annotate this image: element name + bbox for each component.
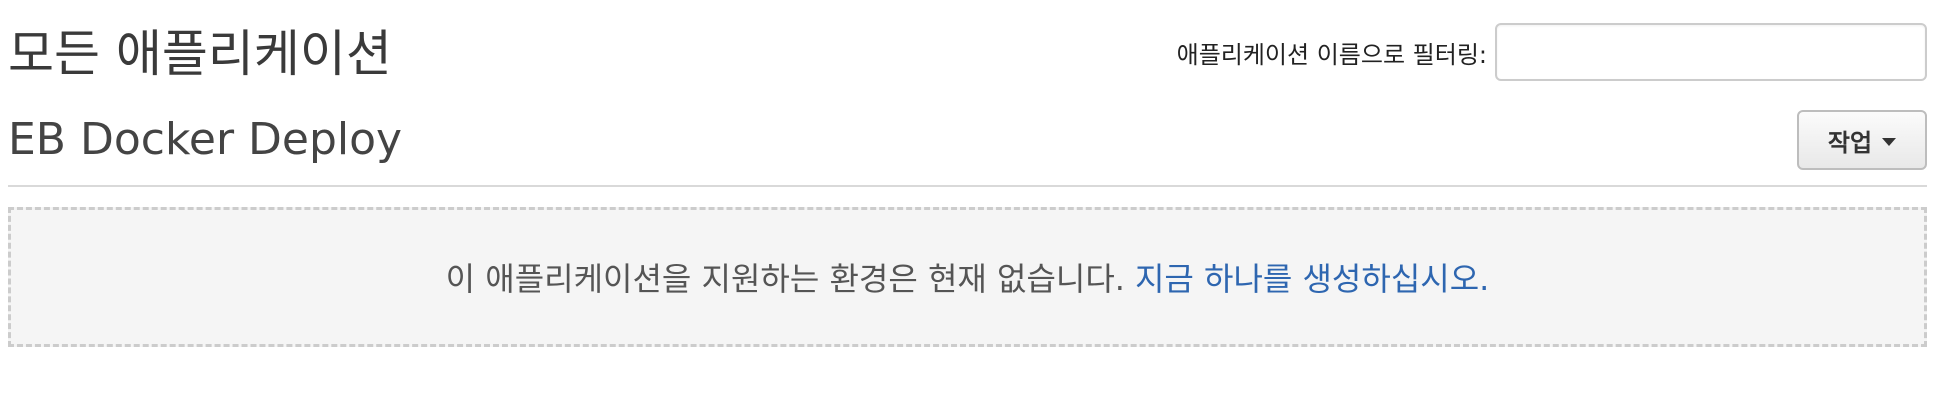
empty-environments-message: 이 애플리케이션을 지원하는 환경은 현재 없습니다. [445, 260, 1125, 298]
page-title: 모든 애플리케이션 [8, 25, 392, 83]
actions-button-label: 작업 [1827, 128, 1873, 157]
app-name-filter-input[interactable] [1495, 23, 1927, 81]
filter-bar: 애플리케이션 이름으로 필터링: [1177, 22, 1927, 82]
caret-down-icon [1882, 137, 1897, 146]
environments-empty-panel: 이 애플리케이션을 지원하는 환경은 현재 없습니다. 지금 하나를 생성하십시… [8, 207, 1927, 347]
section-divider [8, 185, 1927, 187]
application-name: EB Docker Deploy [8, 114, 403, 165]
filter-label: 애플리케이션 이름으로 필터링: [1176, 40, 1487, 69]
actions-dropdown-button[interactable]: 작업 [1797, 110, 1927, 170]
create-environment-link[interactable]: 지금 하나를 생성하십시오. [1135, 254, 1489, 300]
